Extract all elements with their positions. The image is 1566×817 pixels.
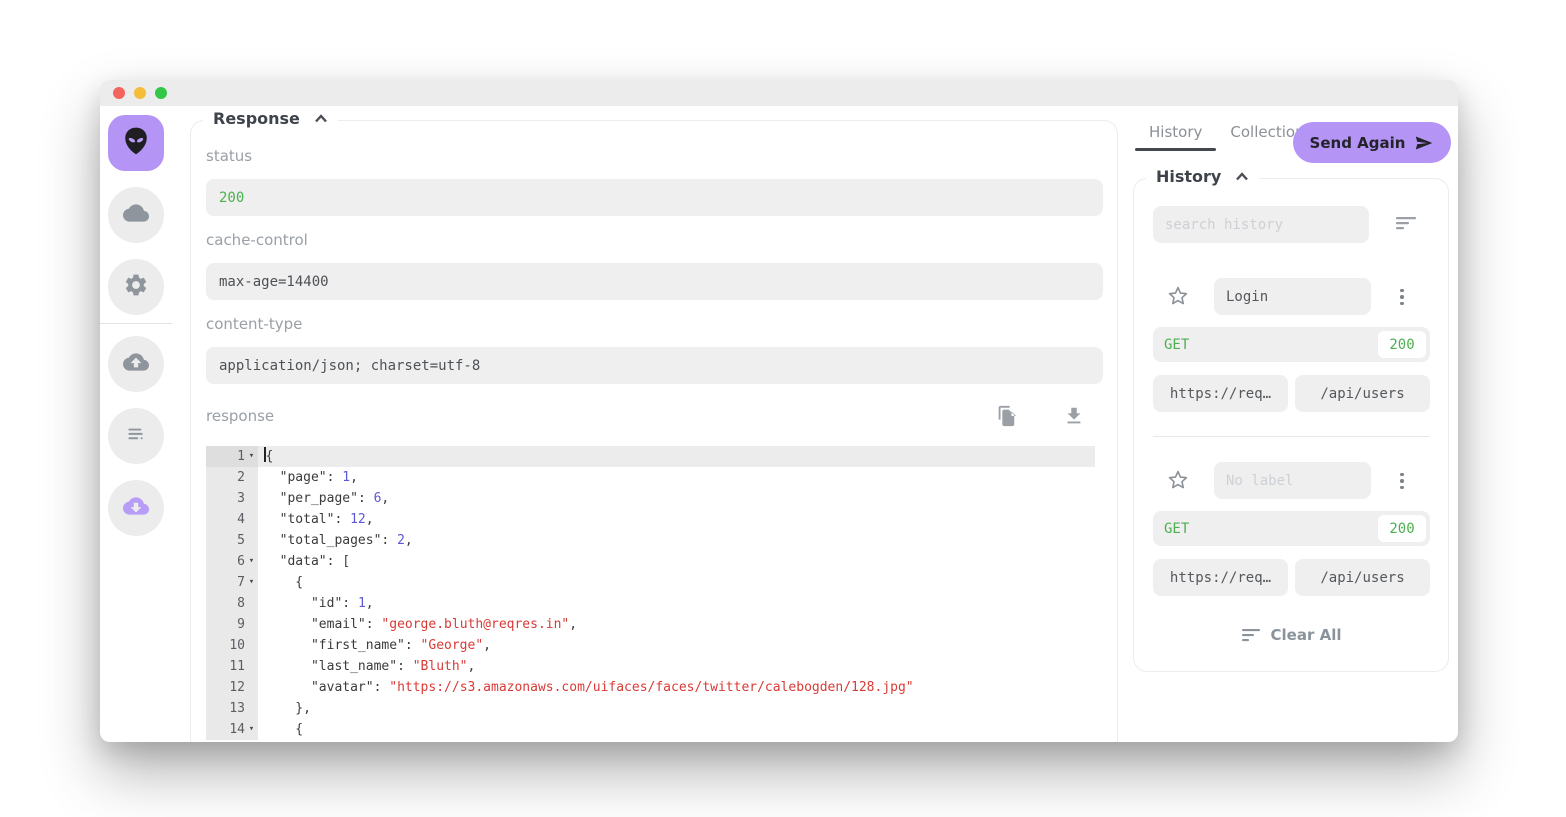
history-label-input[interactable]: No label bbox=[1214, 462, 1371, 499]
copy-icon[interactable] bbox=[995, 405, 1017, 427]
history-method-bar[interactable]: GET 200 bbox=[1153, 511, 1430, 546]
fold-toggle-icon: ▾ bbox=[245, 719, 258, 740]
response-panel: Response status 200 cache-control max-ag… bbox=[190, 120, 1118, 742]
url-path-pill[interactable]: /api/users bbox=[1295, 559, 1430, 596]
url-base-pill[interactable]: https://req… bbox=[1153, 559, 1288, 596]
sidebar-divider bbox=[100, 323, 172, 324]
status-field-value[interactable]: 200 bbox=[206, 179, 1103, 216]
sidebar-item-cloud[interactable] bbox=[108, 187, 164, 243]
download-icon[interactable] bbox=[1063, 405, 1085, 427]
history-item: Login GET 200 https://req… /api/users bbox=[1153, 278, 1430, 412]
window-titlebar bbox=[100, 80, 1458, 106]
send-again-button[interactable]: Send Again bbox=[1293, 122, 1451, 163]
window-body: Response status 200 cache-control max-ag… bbox=[100, 106, 1458, 742]
sidebar-item-home[interactable] bbox=[108, 115, 164, 171]
fold-toggle-icon: ▾ bbox=[245, 446, 258, 467]
status-field-label: status bbox=[206, 147, 252, 165]
chevron-up-icon[interactable] bbox=[314, 114, 328, 123]
sidebar-item-settings[interactable] bbox=[108, 259, 164, 315]
list-icon bbox=[123, 421, 149, 451]
history-items: Login GET 200 https://req… /api/users No… bbox=[1153, 278, 1430, 596]
right-panel: History Collections Send Again History bbox=[1133, 106, 1458, 742]
status-badge: 200 bbox=[1378, 515, 1426, 542]
clear-all-button[interactable]: Clear All bbox=[1153, 626, 1430, 644]
send-again-button-label: Send Again bbox=[1310, 134, 1406, 152]
fold-toggle-icon: ▾ bbox=[245, 572, 258, 593]
response-panel-header: Response bbox=[203, 109, 338, 128]
star-icon[interactable] bbox=[1166, 284, 1190, 308]
tab-history[interactable]: History bbox=[1135, 118, 1216, 151]
sidebar-item-logs[interactable] bbox=[108, 408, 164, 464]
search-history-input[interactable] bbox=[1153, 206, 1369, 243]
clear-icon bbox=[1242, 628, 1262, 642]
history-section: History Login GET bbox=[1133, 178, 1449, 672]
status-badge: 200 bbox=[1378, 331, 1426, 358]
cloud-icon bbox=[123, 200, 149, 230]
app-sidebar bbox=[100, 106, 190, 742]
app-window: Response status 200 cache-control max-ag… bbox=[100, 80, 1458, 742]
content-type-field-value[interactable]: application/json; charset=utf-8 bbox=[206, 347, 1103, 384]
star-icon[interactable] bbox=[1166, 468, 1190, 492]
cache-control-field-value[interactable]: max-age=14400 bbox=[206, 263, 1103, 300]
send-icon bbox=[1414, 133, 1434, 153]
response-panel-title: Response bbox=[213, 109, 300, 128]
cloud-download-icon bbox=[123, 493, 149, 523]
history-label-input[interactable]: Login bbox=[1214, 278, 1371, 315]
cloud-upload-icon bbox=[123, 349, 149, 379]
history-item: No label GET 200 https://req… /api/users bbox=[1153, 462, 1430, 596]
content-type-field-label: content-type bbox=[206, 315, 302, 333]
zoom-window-button[interactable] bbox=[155, 87, 167, 99]
method-label: GET bbox=[1164, 521, 1189, 537]
close-window-button[interactable] bbox=[113, 87, 125, 99]
cache-control-field-label: cache-control bbox=[206, 231, 308, 249]
kebab-icon[interactable] bbox=[1394, 469, 1410, 493]
clear-all-label: Clear All bbox=[1271, 626, 1342, 644]
sidebar-item-download[interactable] bbox=[108, 480, 164, 536]
kebab-icon[interactable] bbox=[1394, 285, 1410, 309]
sort-icon[interactable] bbox=[1396, 215, 1418, 235]
sidebar-item-upload[interactable] bbox=[108, 336, 164, 392]
minimize-window-button[interactable] bbox=[134, 87, 146, 99]
url-base-pill[interactable]: https://req… bbox=[1153, 375, 1288, 412]
response-body-label: response bbox=[206, 407, 274, 425]
method-label: GET bbox=[1164, 337, 1189, 353]
fold-toggle-icon: ▾ bbox=[245, 551, 258, 572]
code-editor[interactable]: 1▾{2 "page": 1,3 "per_page": 6,4 "total"… bbox=[206, 446, 1095, 740]
alien-icon bbox=[119, 124, 153, 162]
history-method-bar[interactable]: GET 200 bbox=[1153, 327, 1430, 362]
url-path-pill[interactable]: /api/users bbox=[1295, 375, 1430, 412]
gear-icon bbox=[123, 272, 149, 302]
